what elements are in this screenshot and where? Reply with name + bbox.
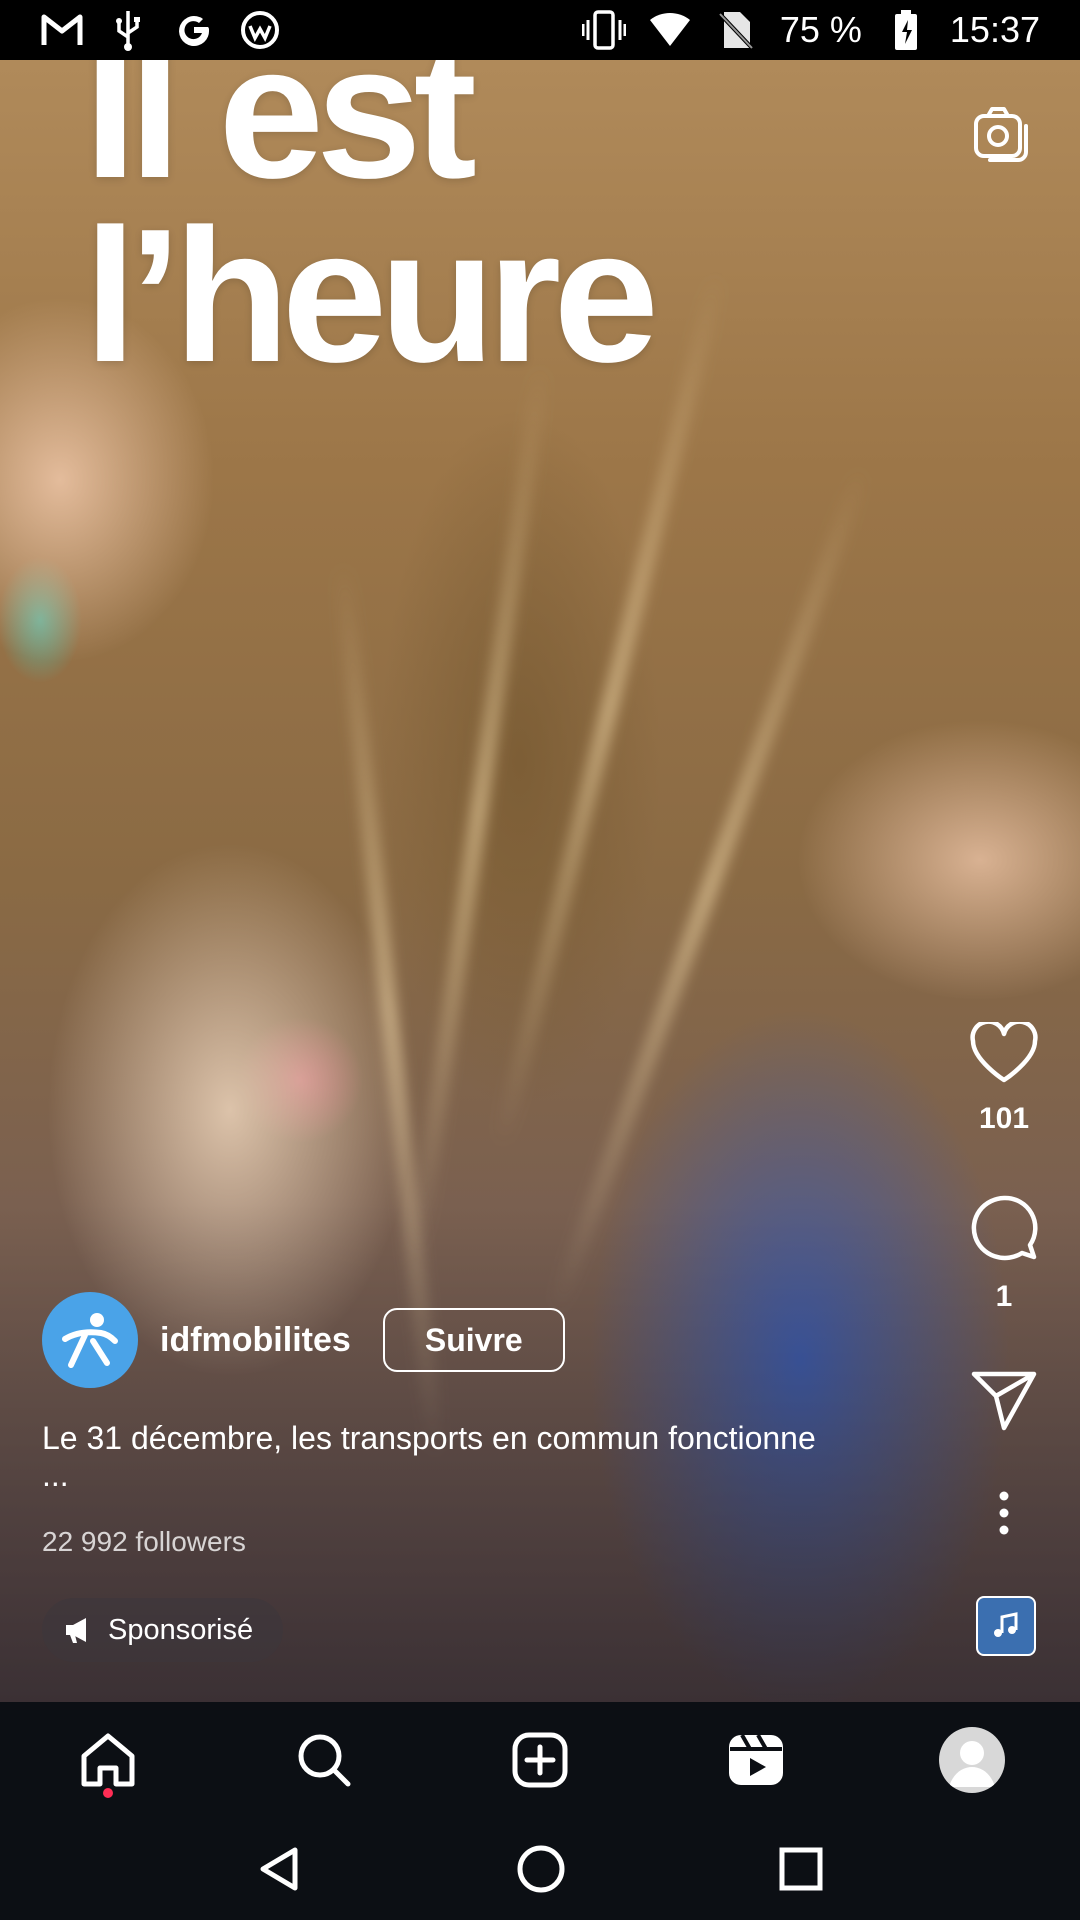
comment-action[interactable]: 1 bbox=[964, 1194, 1044, 1314]
profile-avatar bbox=[939, 1727, 1005, 1793]
home-button[interactable] bbox=[515, 1843, 567, 1895]
caption-text: Le 31 décembre, les transports en commun… bbox=[42, 1420, 816, 1456]
music-note-icon bbox=[994, 1612, 1018, 1637]
background-streak bbox=[407, 363, 551, 1257]
status-bar: 75 % 15:37 bbox=[0, 0, 1080, 60]
recents-button[interactable] bbox=[777, 1845, 825, 1893]
like-action[interactable]: 101 bbox=[964, 1022, 1044, 1136]
search-icon bbox=[298, 1734, 351, 1787]
author-avatar[interactable] bbox=[42, 1292, 138, 1388]
bottom-navigation bbox=[0, 1702, 1080, 1818]
author-row: idfmobilites Suivre bbox=[42, 1292, 565, 1388]
gmail-icon bbox=[40, 8, 84, 52]
camera-icon[interactable] bbox=[972, 102, 1034, 164]
heart-icon[interactable] bbox=[969, 1022, 1039, 1084]
follow-button[interactable]: Suivre bbox=[382, 1308, 565, 1372]
wifi-icon bbox=[648, 8, 692, 52]
more-options[interactable] bbox=[964, 1490, 1044, 1536]
caption-more[interactable]: ... bbox=[42, 1459, 942, 1491]
app-icon bbox=[238, 8, 282, 52]
comment-count: 1 bbox=[995, 1280, 1013, 1313]
comment-icon[interactable] bbox=[969, 1194, 1039, 1262]
back-button[interactable] bbox=[255, 1844, 305, 1894]
battery-percent: 75 % bbox=[779, 9, 862, 50]
vibrate-icon bbox=[581, 8, 626, 52]
megaphone-icon bbox=[66, 1618, 86, 1643]
usb-icon bbox=[106, 8, 150, 52]
idfm-logo-icon bbox=[62, 1313, 118, 1368]
share-action[interactable] bbox=[964, 1370, 1044, 1432]
system-navigation bbox=[0, 1818, 1080, 1920]
notification-dot bbox=[103, 1788, 113, 1798]
audio-track-thumbnail[interactable] bbox=[976, 1596, 1036, 1656]
nav-search[interactable] bbox=[284, 1720, 364, 1800]
like-count: 101 bbox=[978, 1102, 1030, 1135]
caption[interactable]: Le 31 décembre, les transports en commun… bbox=[42, 1416, 942, 1491]
default-avatar-icon bbox=[949, 1741, 995, 1787]
reels-icon bbox=[729, 1734, 783, 1785]
followers-count: 22 992 followers bbox=[42, 1526, 246, 1557]
no-sim-icon bbox=[714, 8, 758, 52]
nav-profile[interactable] bbox=[932, 1720, 1012, 1800]
background-streak bbox=[546, 464, 872, 1316]
overlay-line-2: l’heure bbox=[84, 190, 659, 402]
home-icon bbox=[81, 1733, 135, 1787]
nav-create[interactable] bbox=[500, 1720, 580, 1800]
more-vertical-icon[interactable] bbox=[996, 1490, 1012, 1536]
battery-charging-icon bbox=[884, 8, 928, 52]
nav-home[interactable] bbox=[68, 1720, 148, 1800]
author-username[interactable]: idfmobilites bbox=[160, 1321, 351, 1360]
video-overlay-text: Il est l’heure bbox=[84, 60, 984, 402]
clock: 15:37 bbox=[949, 9, 1040, 50]
overlay-line-1: Il est bbox=[84, 60, 477, 218]
sponsored-label: Sponsorisé bbox=[108, 1613, 254, 1646]
sponsored-badge[interactable]: Sponsorisé bbox=[42, 1598, 284, 1662]
create-icon bbox=[512, 1732, 568, 1788]
send-icon[interactable] bbox=[970, 1370, 1038, 1432]
google-icon bbox=[172, 8, 216, 52]
nav-reels[interactable] bbox=[716, 1720, 796, 1800]
